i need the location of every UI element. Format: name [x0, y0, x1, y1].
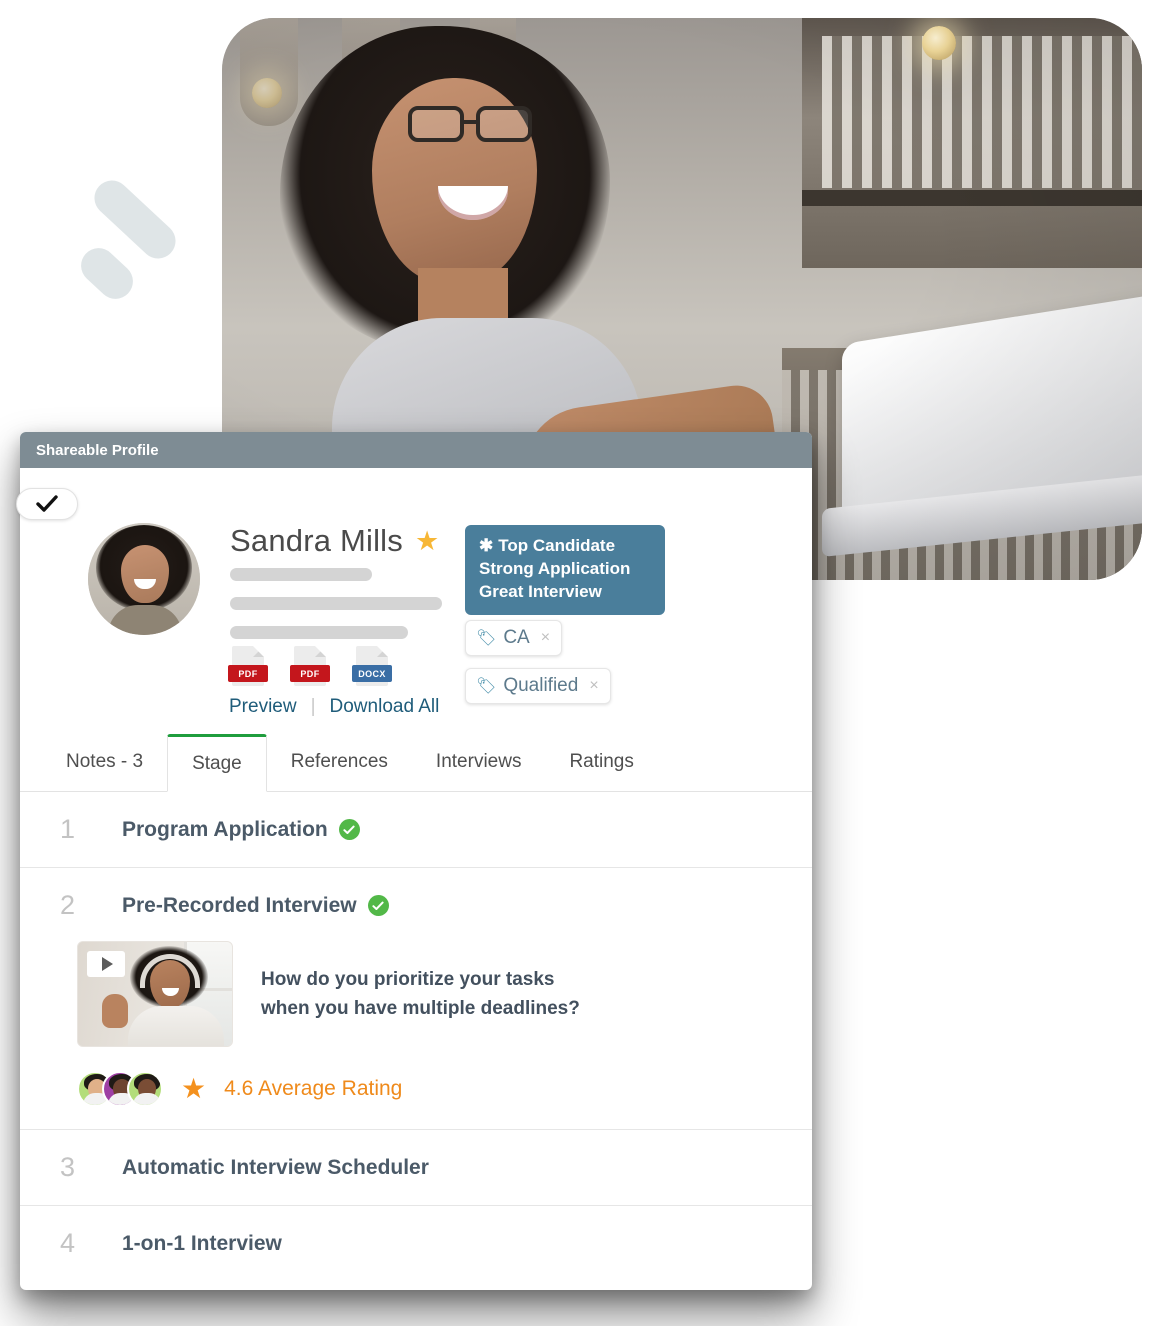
tab-interviews[interactable]: Interviews [412, 733, 546, 791]
badge-line-2: Strong Application [479, 558, 631, 578]
candidate-name: Sandra Mills [230, 523, 403, 558]
stage-row[interactable]: 2 Pre-Recorded Interview How do you prio… [20, 868, 812, 1130]
tab-notes[interactable]: Notes - 3 [42, 733, 167, 791]
stage-number: 1 [60, 814, 76, 844]
stage-title: Program Application [122, 817, 328, 841]
tag-chip[interactable]: 🏷 CA × [465, 620, 563, 656]
stage-complete-check-icon [338, 819, 360, 840]
status-badge: ✱ Top Candidate Strong Application Great … [465, 525, 665, 616]
average-rating-row: ★ 4.6 Average Rating [77, 1071, 812, 1107]
stage-title: Pre-Recorded Interview [122, 893, 357, 917]
average-rating-label: 4.6 Average Rating [224, 1077, 403, 1100]
stage-row[interactable]: 1 Program Application [20, 792, 812, 868]
stage-complete-check-icon [367, 895, 389, 916]
select-profile-toggle[interactable] [16, 488, 78, 520]
page-title: Shareable Profile [36, 441, 159, 459]
file-type-label: PDF [290, 665, 330, 682]
profile-summary: Sandra Mills ★ PDF PDF DOCX Preview | Do… [20, 468, 812, 740]
pre-recorded-interview-body: How do you prioritize your tasks when yo… [20, 941, 812, 1107]
deco-bar-bottom [73, 240, 141, 307]
tag-icon: 🏷 [476, 630, 497, 647]
reviewer-avatar[interactable] [127, 1071, 163, 1107]
tag-label: CA [503, 627, 530, 648]
tab-references[interactable]: References [267, 733, 412, 791]
asterisk-icon: ✱ [479, 536, 494, 555]
tab-stage[interactable]: Stage [167, 734, 267, 792]
tab-bar: Notes - 3 Stage References Interviews Ra… [20, 732, 812, 792]
video-thumbnail[interactable] [77, 941, 233, 1047]
play-icon[interactable] [87, 951, 125, 977]
file-type-label: PDF [228, 665, 268, 682]
double-slash-decoration [73, 173, 183, 307]
profile-detail-placeholders [230, 568, 442, 655]
placeholder-bar [230, 597, 442, 610]
stage-row[interactable]: 3 Automatic Interview Scheduler [20, 1130, 812, 1206]
attachment-list: PDF PDF DOCX [228, 646, 392, 688]
question-line-2: when you have multiple deadlines? [261, 998, 580, 1019]
tag-chip[interactable]: 🏷 Qualified × [465, 668, 611, 704]
profile-name-row: Sandra Mills ★ [230, 523, 439, 559]
interview-question: How do you prioritize your tasks when yo… [261, 965, 580, 1024]
stage-number: 3 [60, 1152, 76, 1182]
file-type-label: DOCX [352, 665, 392, 682]
badge-line-3: Great Interview [479, 581, 602, 601]
tag-icon: 🏷 [476, 678, 497, 695]
card-header: Shareable Profile [20, 432, 812, 468]
shareable-profile-card: Shareable Profile Sandra Mills ★ PDF PDF… [16, 432, 812, 1290]
check-icon [36, 495, 58, 512]
file-icon-pdf[interactable]: PDF [290, 646, 330, 688]
favorite-star-icon[interactable]: ★ [415, 527, 439, 555]
stage-number: 2 [60, 890, 76, 920]
preview-link[interactable]: Preview [229, 696, 297, 718]
file-icon-docx[interactable]: DOCX [352, 646, 392, 688]
placeholder-bar [230, 568, 372, 581]
document-actions: Preview | Download All [229, 696, 439, 718]
tag-list: 🏷 CA × 🏷 Qualified × [465, 620, 611, 716]
rating-star-icon: ★ [181, 1073, 207, 1104]
file-icon-pdf[interactable]: PDF [228, 646, 268, 688]
stage-number: 4 [60, 1228, 76, 1258]
stage-list: 1 Program Application 2 Pre-Recorded Int… [20, 792, 812, 1281]
download-all-link[interactable]: Download All [330, 696, 440, 718]
stage-row[interactable]: 4 1-on-1 Interview [20, 1206, 812, 1281]
stage-title: Automatic Interview Scheduler [122, 1155, 429, 1179]
reviewer-avatar-stack [77, 1071, 163, 1107]
badge-line-1: ✱ Top Candidate [479, 536, 616, 555]
close-icon[interactable]: × [589, 677, 598, 695]
stage-title: 1-on-1 Interview [122, 1231, 282, 1255]
link-separator: | [310, 696, 316, 717]
question-line-1: How do you prioritize your tasks [261, 968, 555, 990]
avatar [88, 523, 200, 635]
placeholder-bar [230, 626, 408, 639]
tag-label: Qualified [503, 675, 579, 696]
close-icon[interactable]: × [541, 629, 550, 647]
tab-ratings[interactable]: Ratings [545, 733, 657, 791]
